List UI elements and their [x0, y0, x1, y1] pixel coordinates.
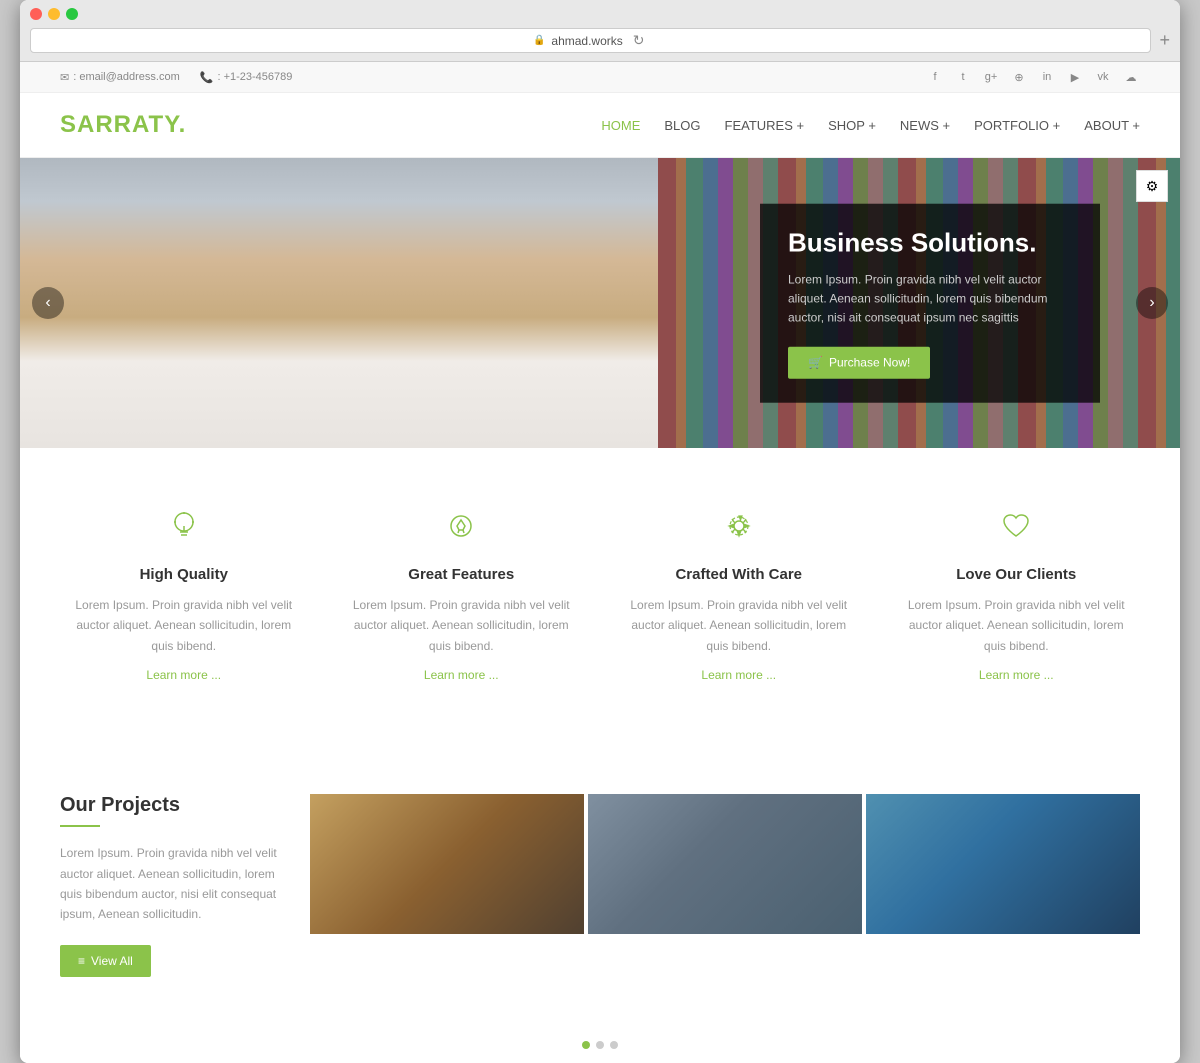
facebook-icon[interactable]: f	[926, 68, 944, 86]
hero-slider: Business Solutions. Lorem Ipsum. Proin g…	[20, 158, 1180, 448]
feature-great-features-title: Great Features	[348, 566, 576, 583]
project-item-2[interactable]	[588, 794, 862, 934]
lock-icon: 🔒	[533, 35, 545, 46]
slider-settings-button[interactable]: ⚙	[1136, 170, 1168, 202]
dot-1[interactable]	[582, 1041, 590, 1049]
nav-about[interactable]: ABOUT +	[1084, 118, 1140, 133]
projects-title: Our Projects	[60, 794, 280, 817]
feature-crafted-title: Crafted With Care	[625, 566, 853, 583]
purchase-button[interactable]: 🛒 Purchase Now!	[788, 346, 930, 378]
dot-3[interactable]	[610, 1041, 618, 1049]
projects-gallery	[310, 794, 1140, 934]
nav-portfolio[interactable]: PORTFOLIO +	[974, 118, 1060, 133]
project-item-1[interactable]	[310, 794, 584, 934]
gear-icon	[625, 508, 853, 552]
social-icons: f t g+ ⊕ in ▶ vk ☁	[926, 68, 1140, 86]
window-controls	[30, 8, 1170, 20]
dot-2[interactable]	[596, 1041, 604, 1049]
feature-high-quality-desc: Lorem Ipsum. Proin gravida nibh vel veli…	[70, 595, 298, 656]
projects-description: Lorem Ipsum. Proin gravida nibh vel veli…	[60, 843, 280, 925]
feature-high-quality-title: High Quality	[70, 566, 298, 583]
lightbulb-icon	[70, 508, 298, 552]
nav-features[interactable]: FEATURES +	[725, 118, 805, 133]
project-item-3[interactable]	[866, 794, 1140, 934]
top-bar: ✉ : email@address.com 📞 : +1-23-456789 f…	[20, 62, 1180, 93]
new-tab-button[interactable]: +	[1159, 30, 1170, 51]
slider-prev-button[interactable]: ‹	[32, 287, 64, 319]
minimize-window-button[interactable]	[48, 8, 60, 20]
main-nav: HOME BLOG FEATURES + SHOP + NEWS + PORTF…	[601, 118, 1140, 133]
contact-info: ✉ : email@address.com 📞 : +1-23-456789	[60, 71, 292, 84]
nav-news[interactable]: NEWS +	[900, 118, 950, 133]
projects-section: Our Projects Lorem Ipsum. Proin gravida …	[20, 744, 1180, 1027]
site-header: SARRATY. HOME BLOG FEATURES + SHOP + NEW…	[20, 93, 1180, 158]
feature-great-features: Great Features Lorem Ipsum. Proin gravid…	[338, 498, 586, 694]
heart-icon	[903, 508, 1131, 552]
youtube-icon[interactable]: ▶	[1066, 68, 1084, 86]
view-all-button[interactable]: ≡ View All	[60, 945, 151, 977]
site-content: ✉ : email@address.com 📞 : +1-23-456789 f…	[20, 62, 1180, 1063]
nav-blog[interactable]: BLOG	[664, 118, 700, 133]
nav-shop[interactable]: SHOP +	[828, 118, 876, 133]
nav-home[interactable]: HOME	[601, 118, 640, 133]
close-window-button[interactable]	[30, 8, 42, 20]
hero-person-image	[20, 158, 658, 448]
pencil-icon	[348, 508, 576, 552]
url-text: ahmad.works	[551, 34, 622, 48]
browser-window: 🔒 ahmad.works ↻ + ✉ : email@address.com …	[20, 0, 1180, 1063]
email-text: : email@address.com	[73, 71, 180, 83]
skype-icon[interactable]: ☁	[1122, 68, 1140, 86]
logo-dot: .	[179, 111, 187, 138]
google-plus-icon[interactable]: g+	[982, 68, 1000, 86]
browser-chrome: 🔒 ahmad.works ↻ +	[20, 0, 1180, 62]
features-section: High Quality Lorem Ipsum. Proin gravida …	[20, 448, 1180, 744]
features-grid: High Quality Lorem Ipsum. Proin gravida …	[60, 498, 1140, 694]
linkedin-icon[interactable]: in	[1038, 68, 1056, 86]
feature-love-clients-desc: Lorem Ipsum. Proin gravida nibh vel veli…	[903, 595, 1131, 656]
feature-high-quality: High Quality Lorem Ipsum. Proin gravida …	[60, 498, 308, 694]
view-all-label: View All	[91, 954, 133, 968]
email-info: ✉ : email@address.com	[60, 71, 180, 84]
logo-text: SARRATY	[60, 111, 179, 138]
site-logo: SARRATY.	[60, 111, 186, 139]
feature-crafted-link[interactable]: Learn more ...	[701, 668, 776, 682]
feature-crafted-desc: Lorem Ipsum. Proin gravida nibh vel veli…	[625, 595, 853, 656]
grid-icon: ≡	[78, 954, 85, 968]
feature-love-clients: Love Our Clients Lorem Ipsum. Proin grav…	[893, 498, 1141, 694]
address-bar[interactable]: 🔒 ahmad.works ↻	[30, 28, 1151, 53]
hero-title: Business Solutions.	[788, 228, 1072, 259]
slider-next-button[interactable]: ›	[1136, 287, 1168, 319]
twitter-icon[interactable]: t	[954, 68, 972, 86]
phone-info: 📞 : +1-23-456789	[200, 71, 293, 84]
feature-great-features-desc: Lorem Ipsum. Proin gravida nibh vel veli…	[348, 595, 576, 656]
reload-button[interactable]: ↻	[629, 32, 649, 49]
maximize-window-button[interactable]	[66, 8, 78, 20]
projects-info: Our Projects Lorem Ipsum. Proin gravida …	[60, 794, 280, 977]
cart-icon: 🛒	[808, 355, 823, 369]
feature-love-clients-title: Love Our Clients	[903, 566, 1131, 583]
hero-description: Lorem Ipsum. Proin gravida nibh vel veli…	[788, 271, 1072, 329]
feature-crafted-with-care: Crafted With Care Lorem Ipsum. Proin gra…	[615, 498, 863, 694]
pinterest-icon[interactable]: ⊕	[1010, 68, 1028, 86]
phone-icon: 📞	[200, 71, 214, 84]
vk-icon[interactable]: vk	[1094, 68, 1112, 86]
gallery-dots	[20, 1027, 1180, 1063]
phone-text: : +1-23-456789	[217, 71, 292, 83]
feature-love-clients-link[interactable]: Learn more ...	[979, 668, 1054, 682]
feature-high-quality-link[interactable]: Learn more ...	[146, 668, 221, 682]
projects-title-underline	[60, 825, 100, 827]
hero-content-box: Business Solutions. Lorem Ipsum. Proin g…	[760, 204, 1100, 403]
browser-toolbar: 🔒 ahmad.works ↻ +	[30, 28, 1170, 61]
purchase-btn-label: Purchase Now!	[829, 355, 910, 369]
email-icon: ✉	[60, 71, 69, 84]
feature-great-features-link[interactable]: Learn more ...	[424, 668, 499, 682]
